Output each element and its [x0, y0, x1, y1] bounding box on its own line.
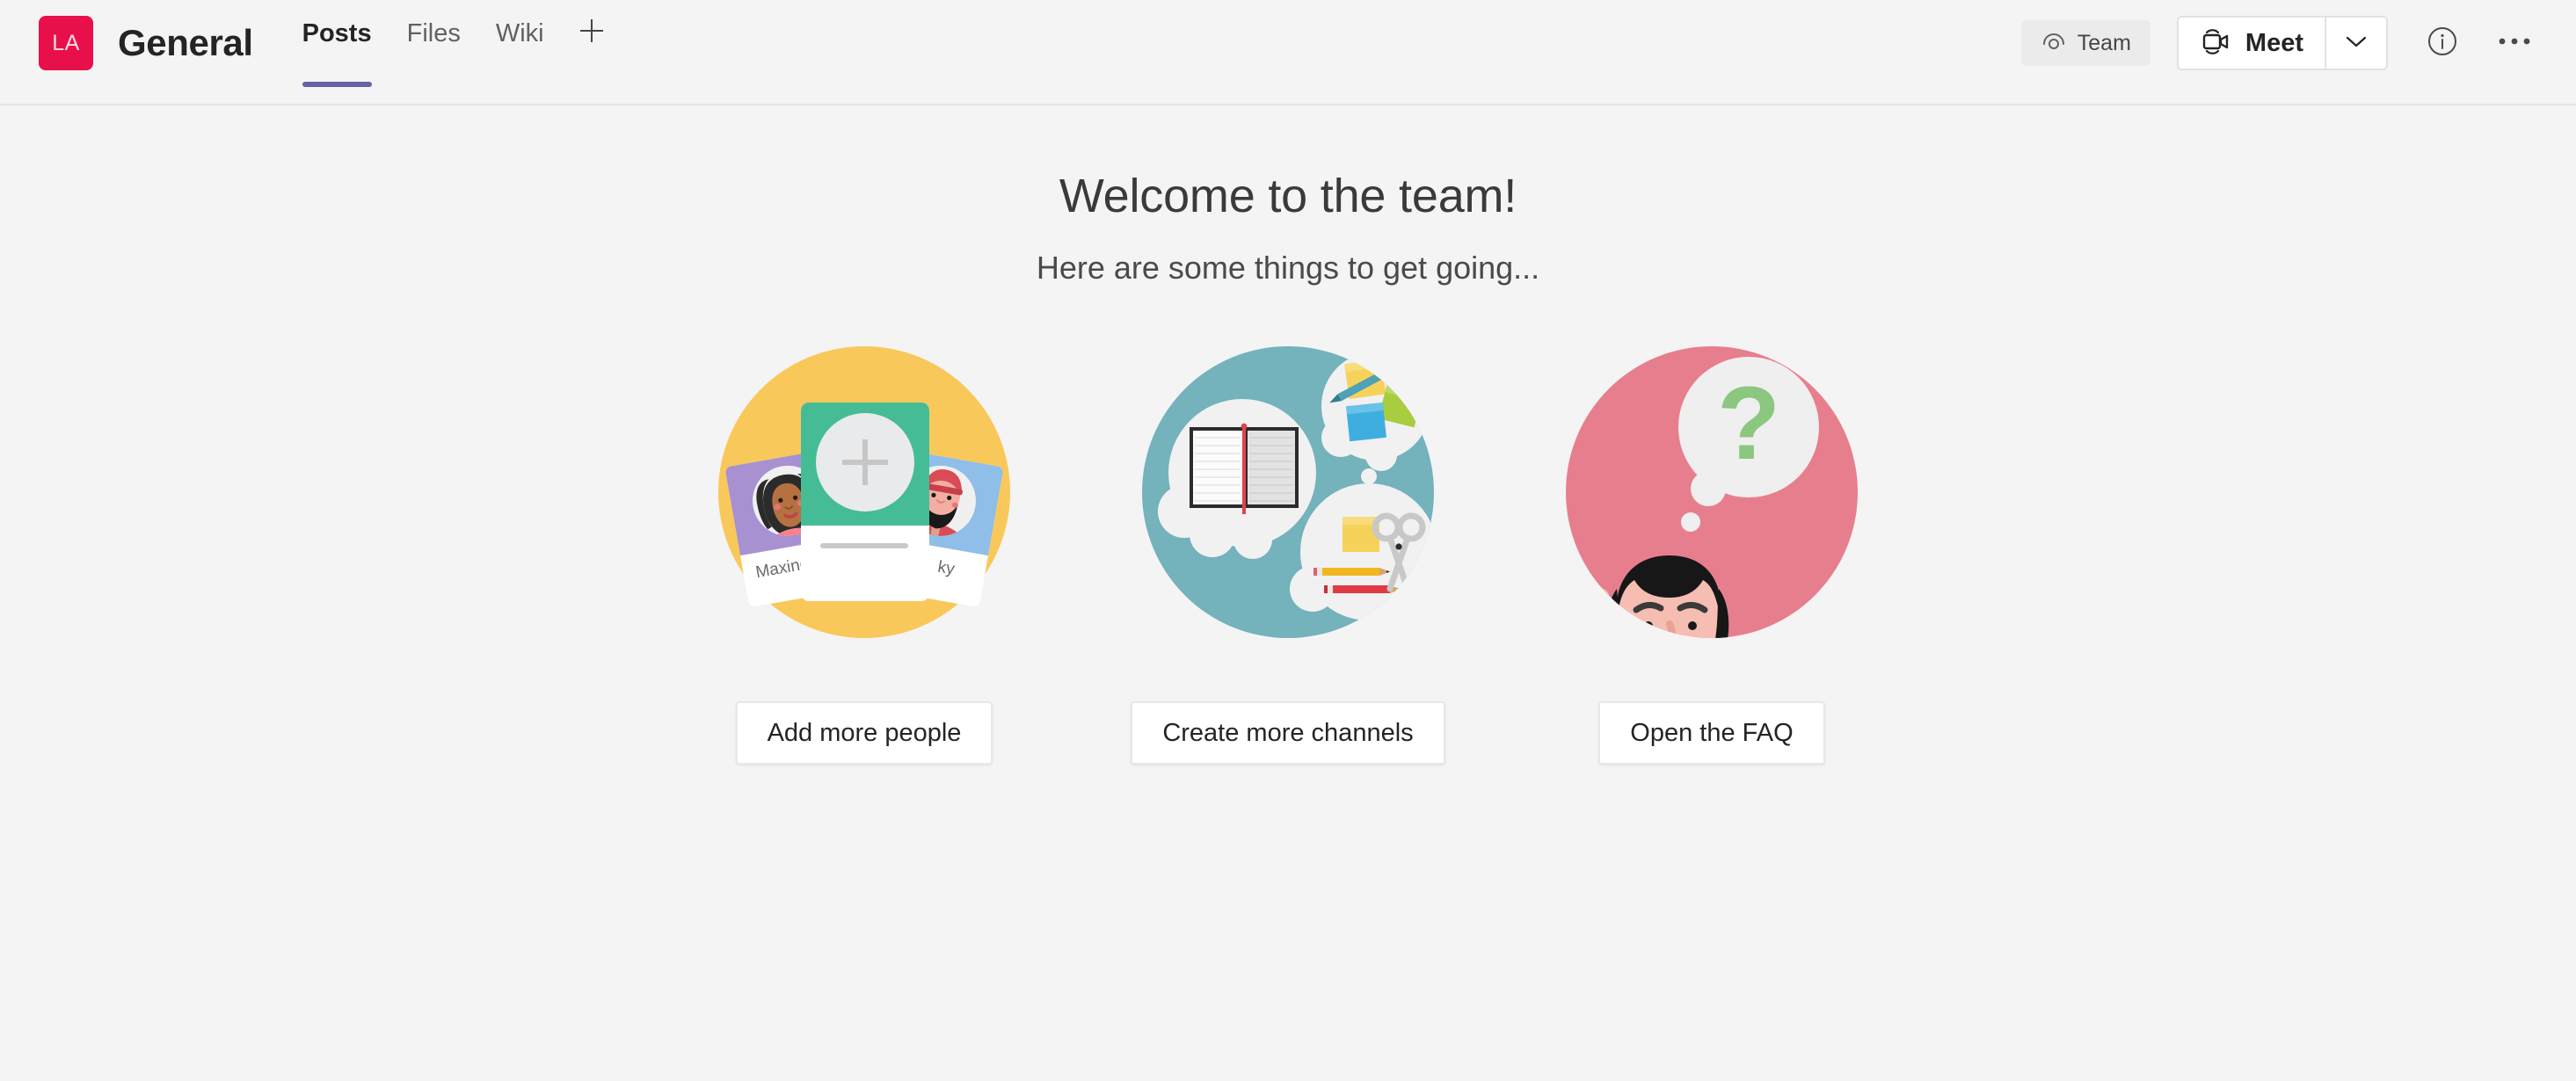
create-more-channels-button[interactable]: Create more channels: [1131, 701, 1445, 765]
tab-posts[interactable]: Posts: [285, 0, 389, 87]
meet-button-label: Meet: [2245, 28, 2303, 57]
add-more-people-label: Add more people: [767, 718, 962, 747]
open-faq-button[interactable]: Open the FAQ: [1598, 701, 1825, 765]
app-header: LA General Posts Files Wiki Team Meet: [0, 0, 2576, 105]
tab-wiki-label: Wiki: [495, 19, 544, 47]
onboarding-card-open-faq: ? Open the FAQ: [1545, 325, 1879, 765]
meet-dropdown-button[interactable]: [2325, 18, 2386, 69]
add-more-people-button[interactable]: Add more people: [735, 701, 993, 765]
question-mark: ?: [1717, 366, 1780, 482]
more-horizontal-icon: [2495, 33, 2534, 54]
channel-info-button[interactable]: [2412, 16, 2472, 70]
meet-button[interactable]: Meet: [2178, 18, 2325, 69]
plus-icon: [576, 15, 608, 51]
onboarding-card-add-people: Maxine ky Add more people: [697, 325, 1031, 765]
open-faq-label: Open the FAQ: [1630, 718, 1794, 747]
open-faq-illustration: ?: [1545, 325, 1879, 659]
onboarding-card-create-channels: Create more channels: [1121, 325, 1455, 765]
team-visibility-icon: [2041, 27, 2067, 60]
channel-tabs: Posts Files Wiki: [285, 0, 608, 87]
header-left-group: LA General Posts Files Wiki: [0, 0, 608, 87]
page-title: Welcome to the team!: [1059, 170, 1517, 222]
meet-button-group: Meet: [2176, 16, 2388, 70]
team-visibility-badge[interactable]: Team: [2020, 20, 2150, 66]
chevron-down-icon: [2344, 33, 2369, 54]
info-circle-icon: [2425, 24, 2460, 63]
team-avatar-initials: LA: [52, 30, 80, 55]
onboarding-cards: Maxine ky Add more people Create more ch…: [697, 325, 1879, 765]
video-camera-icon: [2200, 27, 2231, 60]
more-options-button[interactable]: [2485, 16, 2544, 70]
tab-files-label: Files: [406, 19, 461, 47]
add-people-illustration: Maxine ky: [697, 325, 1031, 659]
create-channels-illustration: [1121, 325, 1455, 659]
team-visibility-label: Team: [2077, 30, 2131, 55]
team-avatar[interactable]: LA: [39, 16, 93, 70]
channel-title: General: [118, 22, 253, 63]
header-right-group: Team Meet: [2020, 0, 2576, 70]
page-subtitle: Here are some things to get going...: [1036, 250, 1540, 286]
tab-files[interactable]: Files: [389, 0, 478, 87]
tab-posts-label: Posts: [302, 19, 372, 47]
tab-wiki[interactable]: Wiki: [478, 0, 562, 87]
create-more-channels-label: Create more channels: [1162, 718, 1414, 747]
add-tab-button[interactable]: [562, 0, 608, 51]
welcome-panel: Welcome to the team! Here are some thing…: [0, 105, 2576, 1079]
